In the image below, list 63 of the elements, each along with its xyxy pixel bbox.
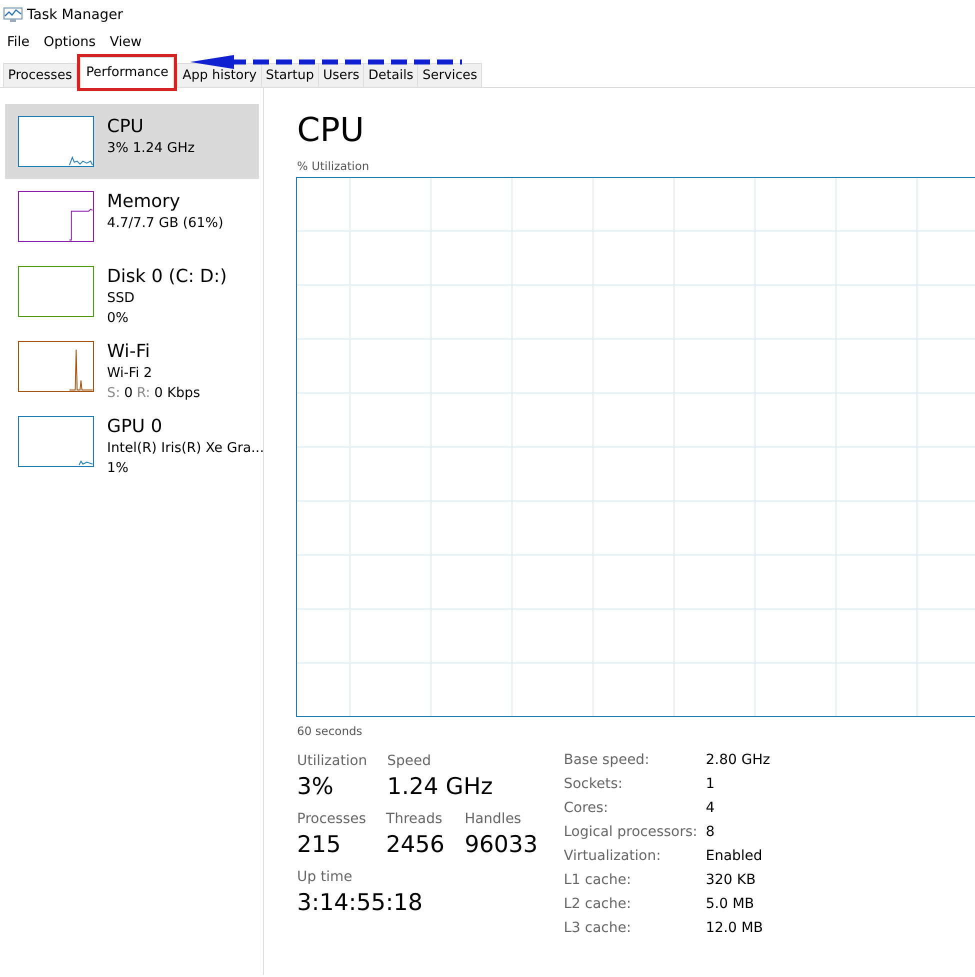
item-detail: 4.7/7.7 GB (61%) [107,215,224,231]
stat-value: 215 [297,831,342,860]
item-detail: 3% 1.24 GHz [107,140,195,156]
detail-label: Cores: [564,799,610,818]
detail-value: 2.80 GHz [706,751,770,770]
item-name: Wi-Fi [107,341,151,363]
item-name: Memory [107,191,182,213]
stat-label: Up time [297,868,354,887]
window-title: Task Manager [27,6,124,24]
detail-value: 320 KB [706,871,757,890]
item-detail: 1% [107,460,128,476]
detail-label: Virtualization: [564,847,662,866]
metric-label: S: [107,385,120,401]
detail-value: 12.0 MB [706,919,764,938]
item-detail: Intel(R) Iris(R) Xe Gra... [107,440,264,456]
menu-item[interactable]: Options [44,32,96,52]
metric-label: R: [136,385,150,401]
tab[interactable]: Details [363,63,418,87]
stat-value: 3% [297,773,334,802]
tab[interactable]: App history [177,63,262,87]
item-detail: SSD [107,290,135,306]
stat-value: 1.24 GHz [387,773,493,802]
detail-value: 1 [706,775,716,794]
detail-label: L1 cache: [564,871,632,890]
stat-label: Handles [464,810,522,829]
tab[interactable]: Users [318,63,364,87]
detail-value: 4 [706,799,716,818]
tab[interactable]: Startup [260,63,319,87]
item-detail: 0% [107,310,128,326]
detail-value: Enabled [706,847,764,866]
stat-label: Processes [297,810,366,829]
item-name: CPU [107,116,145,138]
tab[interactable]: Services [417,63,482,87]
stat-label: Threads [386,810,444,829]
tab[interactable]: Processes [3,63,78,87]
app-icon [3,7,23,23]
stat-label: Speed [387,752,432,771]
stat-label: Utilization [297,752,368,771]
menu-item[interactable]: View [110,32,142,52]
item-name: Disk 0 (C: D:) [107,266,227,288]
sidebar-item[interactable]: CPU 3% 1.24 GHz [5,104,259,179]
time-label: 60 seconds [297,723,364,739]
metric-value: 0 [124,385,133,401]
stat-value: 96033 [464,831,538,860]
sidebar-item[interactable]: Memory 4.7/7.7 GB (61%) [5,179,259,254]
sidebar-item[interactable]: Disk 0 (C: D:) SSD 0% [5,254,259,329]
page-title: CPU [297,110,366,150]
item-name: GPU 0 [107,416,164,438]
detail-label: L2 cache: [564,895,632,914]
item-detail: Wi-Fi 2 [107,365,152,381]
detail-value: 8 [706,823,716,842]
metric-value: 0 Kbps [154,385,200,401]
tab[interactable]: Performance [80,57,174,88]
stat-value: 2456 [386,831,445,860]
detail-label: Logical processors: [564,823,698,842]
menu-item[interactable]: File [7,32,30,52]
detail-label: Sockets: [564,775,624,794]
stat-value: 3:14:55:18 [297,889,423,918]
sidebar-item[interactable]: Wi-Fi Wi-Fi 2 S: 0 R: 0 Kbps [5,329,259,404]
detail-value: 5.0 MB [706,895,756,914]
detail-label: L3 cache: [564,919,632,938]
detail-label: Base speed: [564,751,650,770]
chart-label: % Utilization [297,158,370,174]
